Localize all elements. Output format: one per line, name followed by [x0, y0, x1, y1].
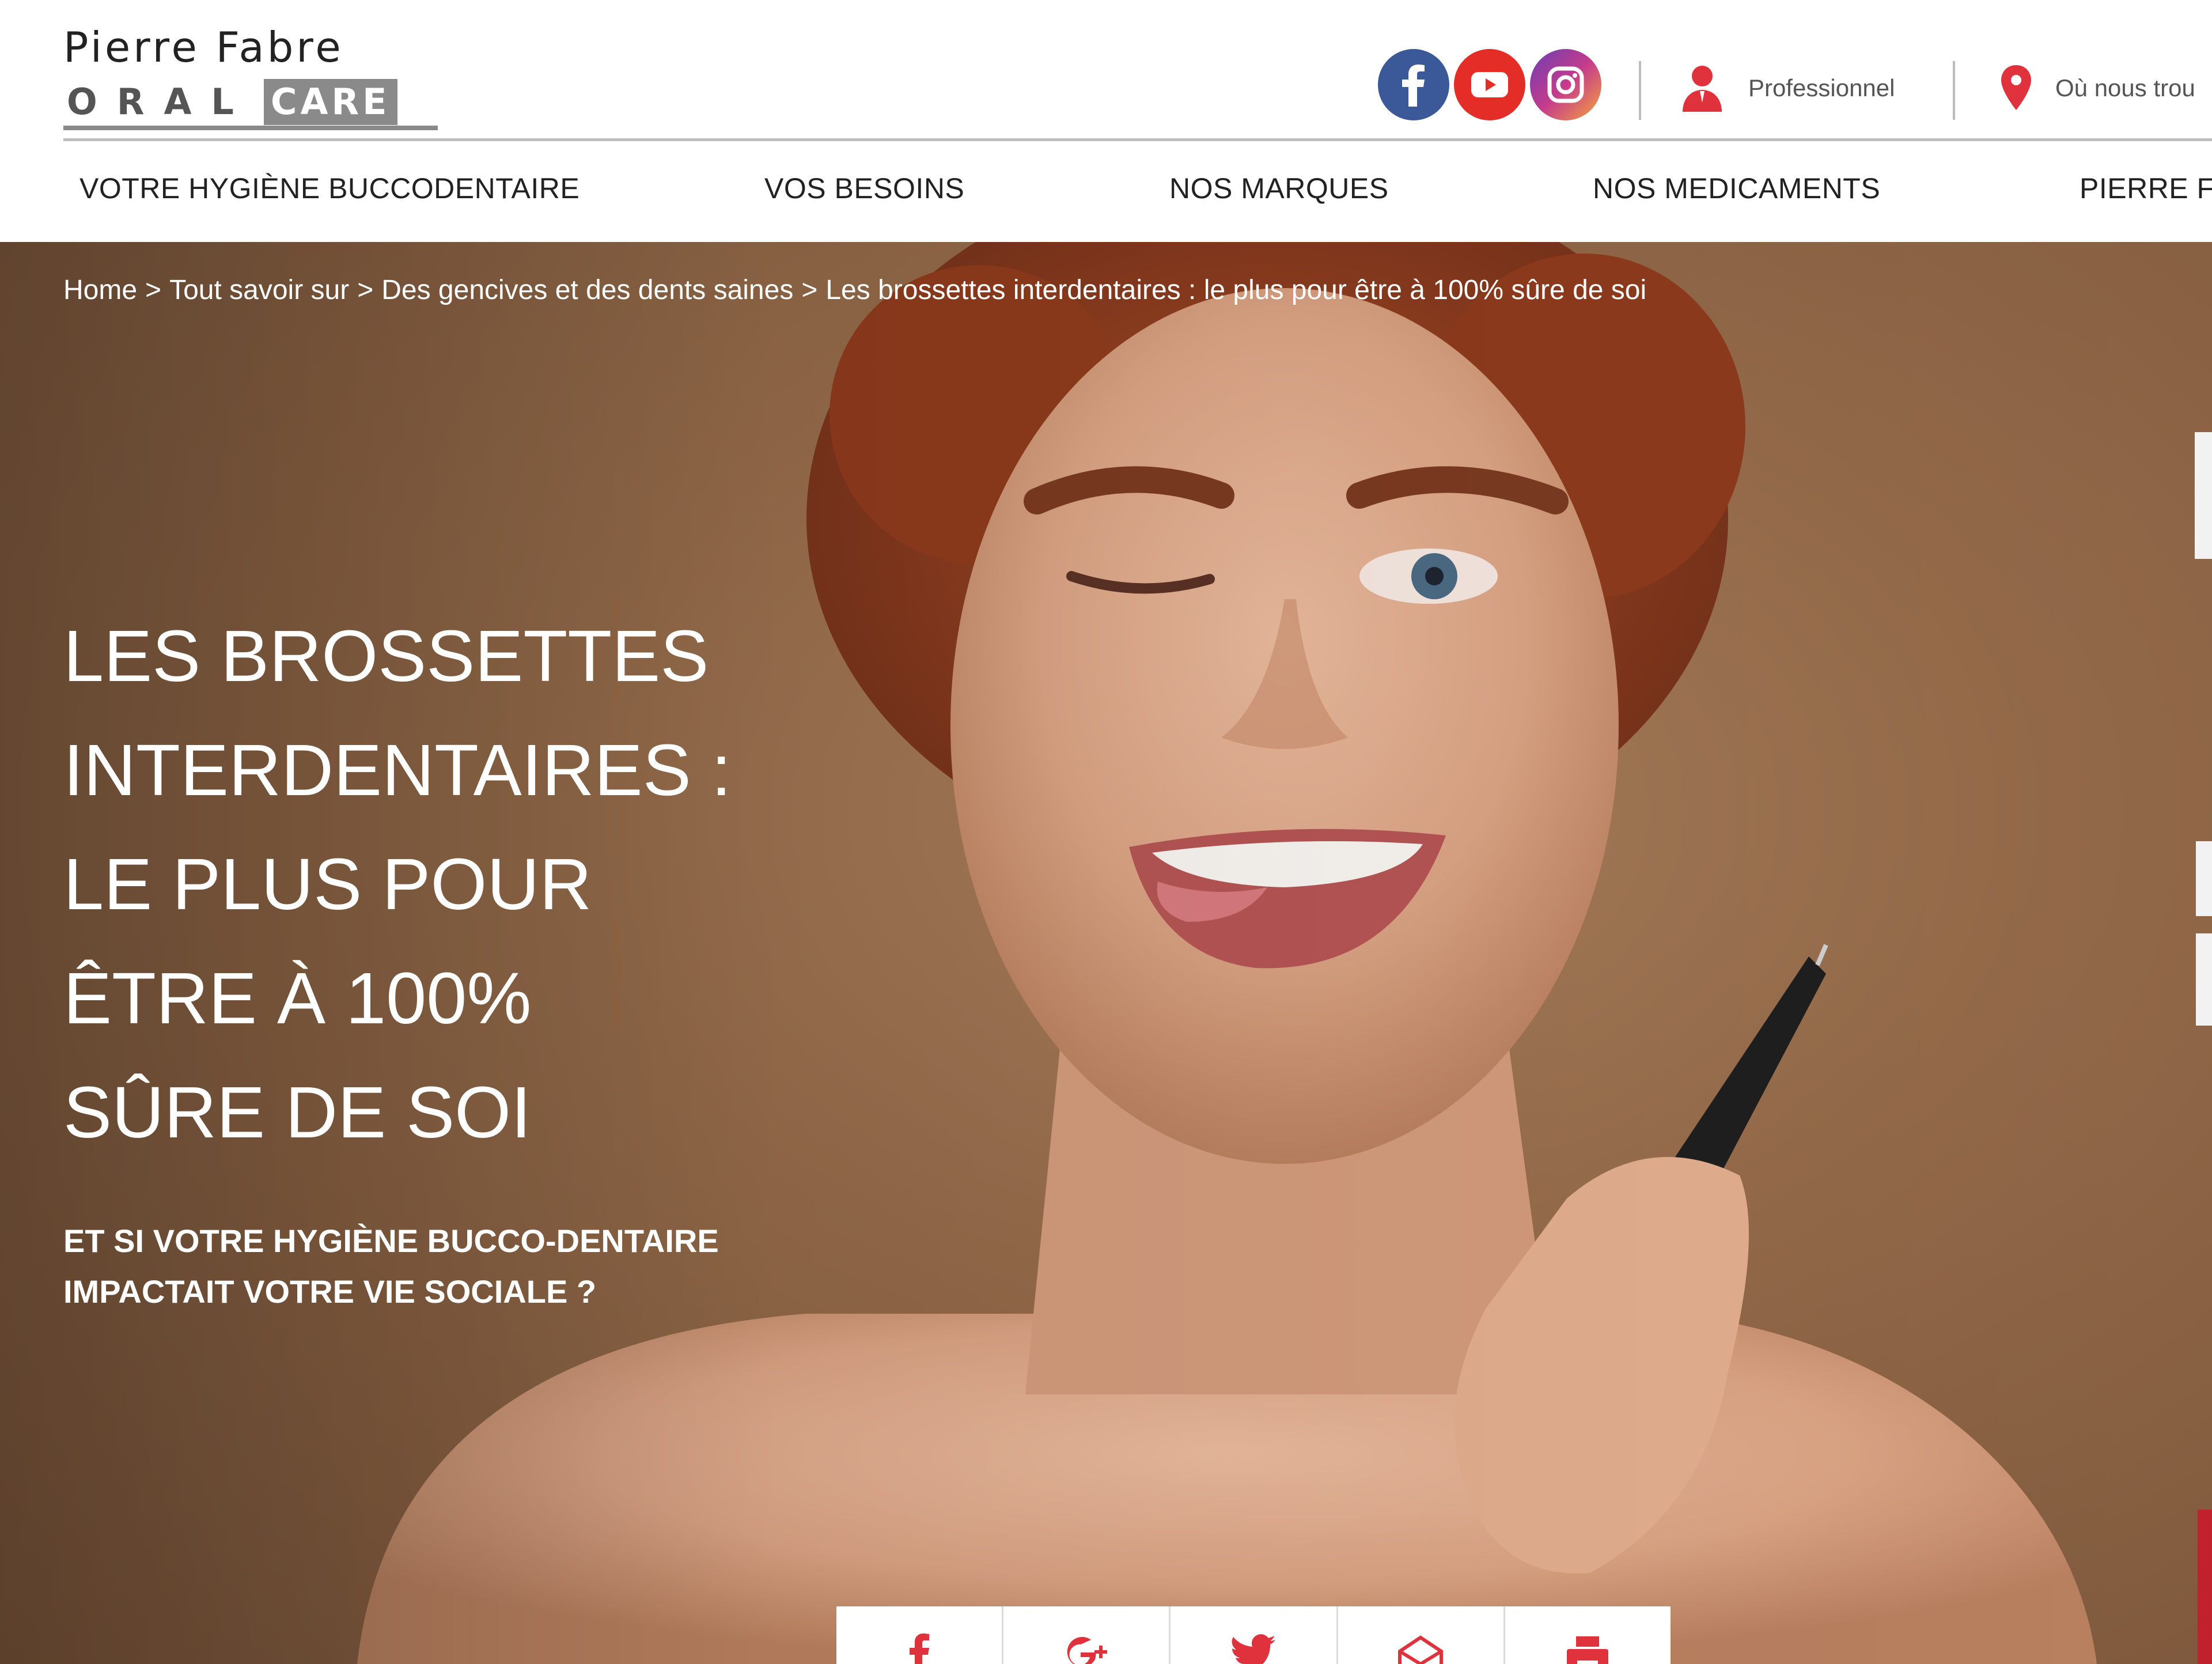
- breadcrumb-tout-savoir[interactable]: Tout savoir sur: [169, 274, 349, 306]
- breadcrumb-separator: >: [145, 275, 162, 305]
- hero-subtitle: ET SI VOTRE HYGIÈNE BUCCO-DENTAIRE IMPAC…: [63, 1216, 870, 1317]
- hero-title: LES BROSSETTES INTERDENTAIRES : LE PLUS …: [63, 599, 841, 1170]
- facebook-icon: [909, 1633, 929, 1664]
- main-nav: VOTRE HYGIÈNE BUCCODENTAIRE VOS BESOINS …: [0, 150, 2212, 230]
- youtube-icon[interactable]: [1454, 49, 1525, 120]
- print-icon: [1567, 1636, 1609, 1664]
- professional-link[interactable]: Professionnel: [1679, 56, 1895, 120]
- logo-care: CARE: [263, 79, 397, 125]
- twitter-icon: [1232, 1634, 1275, 1664]
- hero-title-line: SÛRE DE SOI: [63, 1072, 532, 1153]
- hero-title-line: INTERDENTAIRES :: [63, 729, 732, 811]
- breadcrumb-home[interactable]: Home: [63, 274, 137, 306]
- email-icon: [1398, 1635, 1444, 1664]
- breadcrumb-separator: >: [801, 275, 818, 305]
- hero-subtitle-line: ET SI VOTRE HYGIÈNE BUCCO-DENTAIRE: [63, 1223, 719, 1259]
- store-locator-label: Où nous trou: [2055, 74, 2195, 101]
- logo-oral: ORAL: [67, 81, 253, 123]
- breadcrumb-separator: >: [357, 275, 374, 305]
- instagram-icon[interactable]: [1530, 49, 1601, 120]
- professional-label: Professionnel: [1748, 74, 1895, 101]
- site-header: Pierre Fabre ORAL CARE Professionnel Où …: [0, 0, 2212, 242]
- store-locator-link[interactable]: Où nous trou: [1999, 56, 2195, 120]
- breadcrumb-current: Les brossettes interdentaires : le plus …: [825, 275, 1647, 305]
- facebook-icon[interactable]: [1378, 49, 1449, 120]
- logo-underline: [63, 126, 438, 130]
- side-panel-edge: [2196, 933, 2212, 1026]
- hero-title-line: LE PLUS POUR: [63, 844, 592, 925]
- breadcrumb: Home > Tout savoir sur > Des gencives et…: [63, 274, 1646, 306]
- hero-title-line: LES BROSSETTES: [63, 615, 709, 697]
- google-plus-icon: [1067, 1637, 1107, 1664]
- logo-line-1: Pierre Fabre: [63, 23, 344, 71]
- map-pin-icon: [2001, 65, 2031, 110]
- social-links: [1378, 49, 1601, 120]
- hero-title-line: ÊTRE À 100%: [63, 958, 532, 1039]
- share-print-button[interactable]: [1505, 1606, 1671, 1664]
- divider: [1639, 61, 1641, 120]
- nav-item-marques[interactable]: NOS MARQUES: [1169, 172, 1389, 205]
- share-email-button[interactable]: [1338, 1606, 1505, 1664]
- side-panel-edge: [2198, 1510, 2212, 1664]
- brand-logo[interactable]: Pierre Fabre ORAL CARE: [63, 23, 444, 130]
- side-panel-edge: [2195, 432, 2212, 559]
- breadcrumb-gencives[interactable]: Des gencives et des dents saines: [381, 274, 793, 306]
- share-bar: [836, 1606, 1671, 1664]
- page: Pierre Fabre ORAL CARE Professionnel Où …: [0, 0, 2212, 1664]
- hero-subtitle-line: IMPACTAIT VOTRE VIE SOCIALE ?: [63, 1273, 597, 1310]
- nav-item-besoins[interactable]: VOS BESOINS: [764, 172, 964, 205]
- nav-item-medicaments[interactable]: NOS MEDICAMENTS: [1593, 172, 1880, 205]
- header-divider: [63, 138, 2212, 141]
- share-facebook-button[interactable]: [836, 1606, 1004, 1664]
- side-panel-edge: [2196, 841, 2212, 916]
- divider: [1953, 61, 1955, 120]
- hero-banner: Home > Tout savoir sur > Des gencives et…: [0, 242, 2212, 1664]
- share-twitter-button[interactable]: [1171, 1606, 1338, 1664]
- nav-item-pierre-fabre[interactable]: PIERRE FA: [2080, 172, 2212, 205]
- logo-line-2: ORAL CARE: [63, 74, 438, 130]
- user-icon: [1683, 66, 1722, 112]
- share-google-plus-button[interactable]: [1003, 1606, 1171, 1664]
- nav-item-hygiene[interactable]: VOTRE HYGIÈNE BUCCODENTAIRE: [79, 172, 579, 205]
